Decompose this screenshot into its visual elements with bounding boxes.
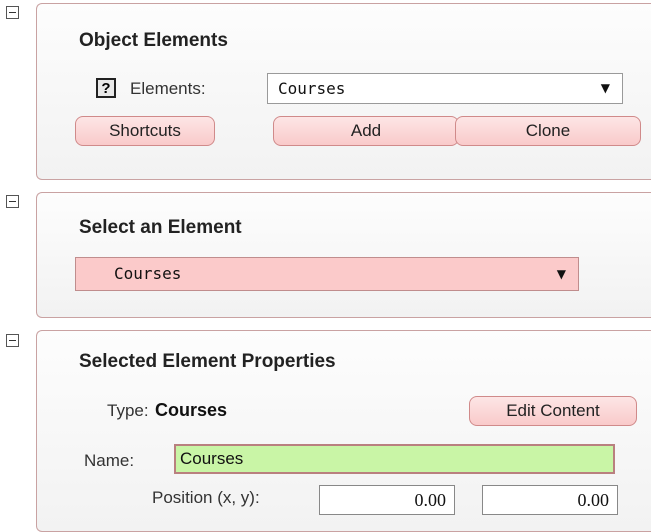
- name-label: Name:: [84, 451, 135, 470]
- add-button[interactable]: Add: [273, 116, 459, 146]
- type-label: Type:: [107, 401, 149, 420]
- select-element-panel: Select an Element Courses ▼: [36, 192, 651, 318]
- clone-button[interactable]: Clone: [455, 116, 641, 146]
- elements-label: Elements:: [130, 79, 206, 98]
- properties-title: Selected Element Properties: [79, 351, 336, 372]
- position-y-input[interactable]: 0.00: [482, 485, 618, 515]
- position-label: Position (x, y):: [152, 488, 260, 507]
- object-elements-title: Object Elements: [79, 30, 228, 51]
- chevron-down-icon: ▼: [600, 81, 610, 95]
- properties-panel: Selected Element Properties Type: Course…: [36, 330, 651, 532]
- edit-content-button[interactable]: Edit Content: [469, 396, 637, 426]
- help-icon[interactable]: ?: [96, 78, 116, 98]
- element-select[interactable]: Courses ▼: [75, 257, 579, 291]
- object-elements-panel: Object Elements ? Elements: Courses ▼ Sh…: [36, 3, 651, 180]
- chevron-down-icon: ▼: [556, 267, 566, 281]
- elements-select-value: Courses: [278, 79, 346, 98]
- select-element-title: Select an Element: [79, 217, 242, 238]
- elements-select[interactable]: Courses ▼: [267, 73, 623, 104]
- shortcuts-button[interactable]: Shortcuts: [75, 116, 215, 146]
- position-x-input[interactable]: 0.00: [319, 485, 455, 515]
- collapse-object-elements-icon[interactable]: [6, 6, 19, 19]
- collapse-select-element-icon[interactable]: [6, 195, 19, 208]
- collapse-properties-icon[interactable]: [6, 334, 19, 347]
- element-select-value: Courses: [114, 264, 182, 283]
- type-value: Courses: [155, 400, 228, 420]
- name-field[interactable]: Courses: [174, 444, 615, 474]
